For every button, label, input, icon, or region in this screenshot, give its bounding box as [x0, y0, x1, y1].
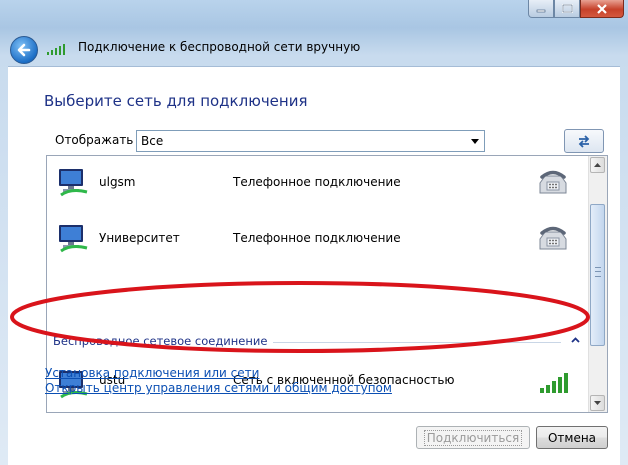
scroll-down-button[interactable] — [590, 395, 605, 411]
wireless-network-icon — [47, 44, 65, 55]
network-name: Университет — [99, 231, 180, 245]
refresh-button[interactable] — [564, 129, 604, 153]
page-heading: Выберите сеть для подключения — [44, 92, 308, 110]
content-panel: Выберите сеть для подключения Отображать… — [8, 66, 620, 465]
scroll-up-button[interactable] — [590, 157, 605, 173]
network-row-ulgsm[interactable]: ulgsm Телефонное подключение — [47, 158, 589, 206]
minimize-icon — [536, 9, 546, 12]
caption-buttons — [528, 0, 624, 20]
network-row-university[interactable]: Университет Телефонное подключение — [47, 214, 589, 262]
telephone-icon — [539, 226, 567, 250]
list-scrollbar[interactable] — [588, 156, 607, 412]
cancel-button[interactable]: Отмена — [536, 426, 608, 449]
back-button[interactable] — [10, 36, 38, 64]
window-title: Подключение к беспроводной сети вручную — [78, 40, 361, 54]
filter-label: Отображать — [55, 133, 134, 147]
telephone-icon — [539, 170, 567, 194]
signal-strength-icon — [540, 373, 568, 393]
setup-connection-link[interactable]: Установка подключения или сети — [45, 366, 259, 380]
chevron-down-icon — [466, 131, 484, 151]
filter-select-value: Все — [141, 134, 164, 148]
scroll-grip — [595, 267, 601, 277]
network-type: Телефонное подключение — [233, 175, 401, 189]
computer-network-icon — [59, 169, 88, 197]
close-button[interactable] — [580, 0, 624, 18]
group-header-wireless: Беспроводное сетевое соединение — [53, 332, 583, 350]
connect-button[interactable]: Подключиться — [416, 426, 530, 449]
title-bar — [0, 0, 628, 34]
maximize-icon — [561, 4, 573, 13]
scroll-down-icon — [594, 401, 601, 405]
computer-network-icon — [59, 225, 88, 253]
minimize-button[interactable] — [528, 0, 554, 18]
connect-button-label: Подключиться — [423, 429, 523, 446]
network-type: Телефонное подключение — [233, 231, 401, 245]
close-icon — [597, 3, 607, 14]
filter-select[interactable]: Все — [136, 130, 485, 152]
network-name: ulgsm — [99, 175, 136, 189]
back-arrow-icon — [17, 43, 31, 57]
network-center-link[interactable]: Открыть центр управления сетями и общим … — [45, 381, 392, 395]
dialog-window: Подключение к беспроводной сети вручную … — [0, 0, 628, 465]
chevron-up-icon[interactable] — [567, 332, 583, 348]
scroll-thumb[interactable] — [590, 204, 605, 346]
maximize-button[interactable] — [554, 0, 580, 18]
group-label: Беспроводное сетевое соединение — [53, 334, 274, 348]
scroll-up-icon — [594, 163, 601, 167]
refresh-icon — [578, 135, 590, 148]
